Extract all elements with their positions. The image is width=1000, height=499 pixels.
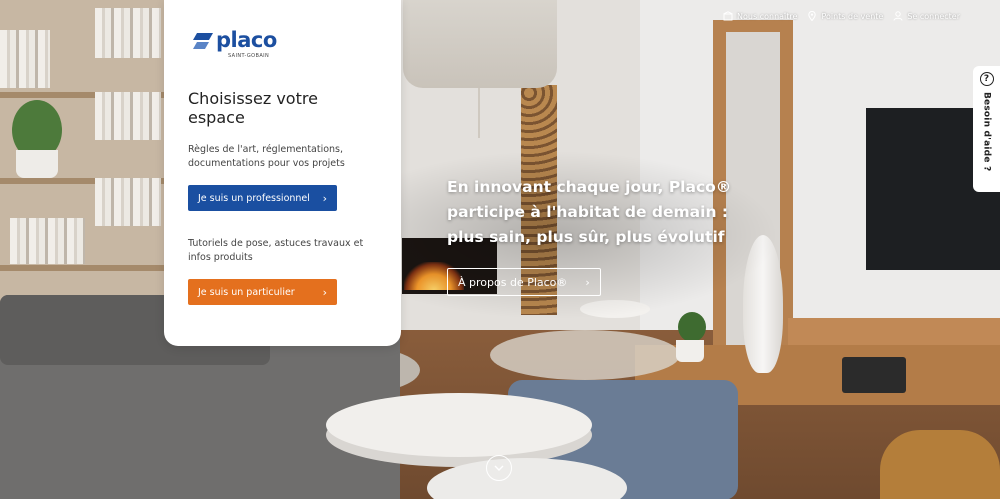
- top-utility-nav: Nous connaître Points de vente Se connec…: [723, 11, 960, 21]
- placo-logo-mark-icon: [193, 32, 213, 49]
- placo-logo[interactable]: placo SAINT-GOBAIN: [193, 30, 283, 59]
- help-label: Besoin d'aide ?: [981, 92, 992, 172]
- toplink-se-connecter[interactable]: Se connecter: [893, 11, 960, 21]
- toplink-points-de-vente[interactable]: Points de vente: [807, 11, 883, 21]
- part-description: Tutoriels de pose, astuces travaux et in…: [188, 238, 364, 263]
- professional-button-label: Je suis un professionnel: [198, 192, 310, 204]
- card-title: Choisissez votre espace: [188, 89, 318, 127]
- help-icon: ?: [979, 72, 994, 86]
- help-tab[interactable]: ? Besoin d'aide ?: [973, 66, 1000, 192]
- about-placo-button-label: À propos de Placo®: [458, 275, 568, 289]
- chevron-right-icon: ›: [322, 285, 327, 299]
- brand-name: placo: [216, 28, 277, 52]
- brand-subtitle: SAINT-GOBAIN: [228, 53, 270, 59]
- chevron-right-icon: ›: [322, 191, 327, 205]
- hero-headline: En innovant chaque jour, Placo® particip…: [447, 178, 732, 246]
- pro-description: Règles de l'art, réglementations, docume…: [188, 144, 345, 169]
- building-icon: [723, 11, 733, 21]
- user-icon: [893, 11, 903, 21]
- individual-button[interactable]: Je suis un particulier ›: [188, 279, 337, 305]
- location-pin-icon: [808, 11, 817, 21]
- chevron-down-icon: [494, 465, 504, 471]
- hero-section: En innovant chaque jour, Placo® particip…: [447, 175, 757, 296]
- professional-button[interactable]: Je suis un professionnel ›: [188, 185, 337, 211]
- toplink-nous-connaitre[interactable]: Nous connaître: [723, 11, 797, 21]
- space-chooser-card: placo SAINT-GOBAIN Choisissez votre espa…: [164, 0, 401, 346]
- toplink-label: Se connecter: [907, 11, 960, 21]
- toplink-label: Points de vente: [821, 11, 884, 21]
- chevron-right-icon: ›: [585, 275, 590, 289]
- individual-button-label: Je suis un particulier: [198, 286, 295, 298]
- scroll-down-button[interactable]: [486, 455, 512, 481]
- toplink-label: Nous connaître: [737, 11, 798, 21]
- about-placo-button[interactable]: À propos de Placo® ›: [447, 268, 601, 296]
